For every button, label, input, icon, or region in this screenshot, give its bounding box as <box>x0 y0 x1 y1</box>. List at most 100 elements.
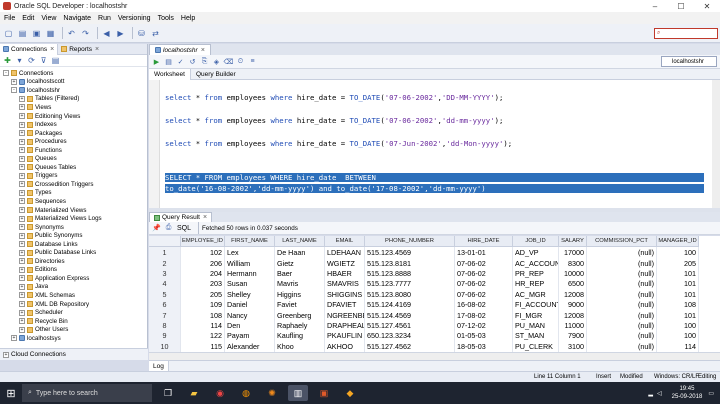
expand-icon[interactable]: + <box>19 207 25 214</box>
expand-icon[interactable]: + <box>19 130 25 137</box>
redo-icon[interactable]: ↷ <box>80 28 91 39</box>
table-cell[interactable]: PKAUFLIN <box>325 330 365 342</box>
editor-vertical-scrollbar[interactable] <box>712 80 720 208</box>
table-cell[interactable]: 114 <box>657 341 699 352</box>
forward-icon[interactable]: ▶ <box>115 28 126 39</box>
table-cell[interactable]: 101 <box>657 268 699 279</box>
table-cell[interactable]: HR_REP <box>513 278 559 290</box>
collapse-icon[interactable]: - <box>11 87 17 94</box>
menu-edit[interactable]: Edit <box>22 15 34 22</box>
explain-plan-icon[interactable]: ⎘ <box>200 57 209 66</box>
table-cell[interactable]: Baer <box>275 268 325 279</box>
rollback-icon[interactable]: ↺ <box>188 57 197 66</box>
back-icon[interactable]: ◀ <box>101 28 112 39</box>
filter-icon[interactable]: ⊽ <box>39 56 48 65</box>
table-cell[interactable]: 515.123.7777 <box>365 278 455 290</box>
expand-icon[interactable]: + <box>19 189 25 196</box>
table-cell[interactable]: 07-06-02 <box>455 268 513 279</box>
table-cell[interactable]: Daniel <box>225 299 275 311</box>
tree-node[interactable]: + Public Synonyms <box>0 231 147 240</box>
minimize-icon[interactable]: – <box>642 0 668 12</box>
tree-node[interactable]: + Functions <box>0 146 147 155</box>
tree-node[interactable]: + Materialized Views <box>0 206 147 215</box>
tab-localhostshr[interactable]: localhostshr × <box>149 44 211 55</box>
table-cell[interactable]: 114 <box>181 320 225 331</box>
tree-node[interactable]: + Views <box>0 103 147 112</box>
table-cell[interactable]: (null) <box>587 309 657 321</box>
tree-node[interactable]: + Packages <box>0 129 147 138</box>
tree-node[interactable]: + Recycle Bin <box>0 317 147 326</box>
close-tab-icon[interactable]: × <box>201 47 205 54</box>
table-cell[interactable]: 515.123.8080 <box>365 289 455 300</box>
expand-icon[interactable]: + <box>19 241 25 248</box>
table-cell[interactable]: 07-06-02 <box>455 289 513 300</box>
tree-node[interactable]: + Tables (Filtered) <box>0 95 147 104</box>
cloud-connections[interactable]: + Cloud Connections <box>0 348 148 360</box>
network-icon[interactable]: ▂ <box>648 390 653 397</box>
new-file-icon[interactable]: ▢ <box>3 28 14 39</box>
sql-dropdown[interactable]: SQL <box>176 224 192 233</box>
expand-icon[interactable]: + <box>19 155 25 162</box>
column-header[interactable]: EMAIL <box>325 236 365 247</box>
expand-icon[interactable]: + <box>19 113 25 119</box>
expand-icon[interactable]: + <box>19 172 25 179</box>
table-cell[interactable]: SHIGGINS <box>325 289 365 300</box>
close-icon[interactable]: ✕ <box>694 0 720 12</box>
table-cell[interactable]: NGREENBE <box>325 309 365 321</box>
table-cell[interactable]: 204 <box>181 268 225 279</box>
expand-icon[interactable]: + <box>19 224 25 231</box>
dropdown-arrow-icon[interactable]: ▾ <box>15 56 24 65</box>
table-cell[interactable]: 122 <box>181 330 225 342</box>
expand-icon[interactable]: + <box>19 318 25 325</box>
column-header[interactable]: FIRST_NAME <box>225 236 275 247</box>
column-header[interactable]: MANAGER_ID <box>657 236 699 247</box>
chrome-icon[interactable]: ◉ <box>210 385 230 401</box>
expand-icon[interactable]: + <box>19 164 25 171</box>
tree-node[interactable]: - Connections <box>0 69 147 78</box>
run-statement-icon[interactable]: ▶ <box>152 57 161 66</box>
task-view-icon[interactable]: ❐ <box>158 385 178 401</box>
tree-node[interactable]: + Indexes <box>0 120 147 129</box>
table-cell[interactable]: Alexander <box>225 341 275 352</box>
tree-node[interactable]: + Sequences <box>0 197 147 206</box>
commit-icon[interactable]: ✓ <box>176 57 185 66</box>
table-row[interactable]: 3 204 Hermann Baer HBAER 515.123.8888 07-06-02… <box>149 268 699 279</box>
table-cell[interactable]: FI_ACCOUNT <box>513 299 559 311</box>
table-cell[interactable]: 16-08-02 <box>455 299 513 311</box>
sql-editor[interactable]: select * from employees where hire_date … <box>149 80 720 208</box>
tree-node[interactable]: + Triggers <box>0 172 147 181</box>
table-cell[interactable]: 12008 <box>559 289 587 300</box>
table-cell[interactable]: Mavris <box>275 278 325 290</box>
tree-node[interactable]: + XML Schemas <box>0 291 147 300</box>
table-cell[interactable]: (null) <box>587 299 657 311</box>
expand-icon[interactable]: + <box>19 326 25 333</box>
expand-icon[interactable]: + <box>19 283 25 290</box>
expand-icon[interactable]: + <box>19 301 25 308</box>
tree-node[interactable]: + Procedures <box>0 137 147 146</box>
expand-icon[interactable]: + <box>19 121 25 128</box>
tree-node[interactable]: + localhostsys <box>0 334 147 343</box>
tree-node[interactable]: + Application Express <box>0 274 147 283</box>
save-icon[interactable]: ▣ <box>31 28 42 39</box>
expand-icon[interactable]: + <box>19 215 25 222</box>
taskbar-search[interactable]: ⌕ Type here to search <box>22 384 152 402</box>
table-cell[interactable]: 10000 <box>559 268 587 279</box>
firefox-icon[interactable]: ◍ <box>236 385 256 401</box>
table-cell[interactable]: Greenberg <box>275 309 325 321</box>
table-row[interactable]: 10 115 Alexander Khoo AKHOO 515.127.4562 18-05… <box>149 341 699 352</box>
column-header[interactable]: LAST_NAME <box>275 236 325 247</box>
table-cell[interactable]: (null) <box>587 320 657 331</box>
table-cell[interactable]: 515.127.4561 <box>365 320 455 331</box>
table-cell[interactable]: 515.123.8181 <box>365 257 455 269</box>
taskbar-clock[interactable]: 19:45 25-09-2018 <box>672 385 703 401</box>
expand-icon[interactable]: + <box>19 95 25 102</box>
table-cell[interactable]: (null) <box>587 341 657 352</box>
table-cell[interactable]: SMAVRIS <box>325 278 365 290</box>
table-cell[interactable]: ST_MAN <box>513 330 559 342</box>
close-tab-icon[interactable]: × <box>95 46 99 53</box>
tab-query-builder[interactable]: Query Builder <box>191 69 241 80</box>
table-cell[interactable]: 17-08-02 <box>455 309 513 321</box>
table-cell[interactable]: 7900 <box>559 330 587 342</box>
column-header[interactable]: SALARY <box>559 236 587 247</box>
results-horizontal-scrollbar[interactable] <box>149 352 720 360</box>
